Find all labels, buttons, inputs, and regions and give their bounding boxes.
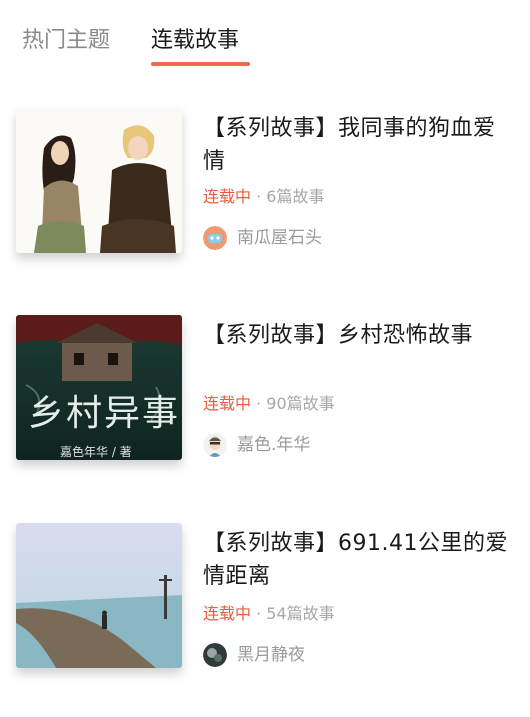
- story-cover-image[interactable]: 乡村异事 嘉色年华 / 著: [16, 315, 182, 460]
- serial-status: 连载中: [203, 187, 252, 206]
- story-item[interactable]: 【系列故事】我同事的狗血爱情 连载中 · 6篇故事 南瓜屋石头: [0, 108, 530, 268]
- active-tab-indicator: [151, 62, 250, 66]
- story-meta: 连载中 · 90篇故事: [203, 393, 335, 415]
- author-name: 嘉色.年华: [237, 435, 311, 455]
- story-item[interactable]: 乡村异事 嘉色年华 / 著 【系列故事】乡村恐怖故事 连载中 · 90篇故事 嘉…: [0, 315, 530, 475]
- cover-caption-text: 嘉色年华 / 著: [60, 445, 132, 459]
- author-name: 黑月静夜: [237, 645, 305, 665]
- serial-status: 连载中: [203, 394, 252, 413]
- photo-avatar-icon: [203, 643, 227, 667]
- story-cover-image[interactable]: [16, 108, 182, 253]
- tab-hot-topics[interactable]: 热门主题: [22, 26, 110, 56]
- story-cover-image[interactable]: [16, 523, 182, 668]
- story-title[interactable]: 【系列故事】我同事的狗血爱情: [203, 112, 513, 178]
- story-count: · 90篇故事: [256, 394, 335, 413]
- tab-serial-stories[interactable]: 连载故事: [151, 26, 239, 56]
- story-count: · 54篇故事: [256, 604, 335, 623]
- story-item[interactable]: 【系列故事】691.41公里的爱情距离 连载中 · 54篇故事 黑月静夜: [0, 523, 530, 683]
- story-title[interactable]: 【系列故事】乡村恐怖故事: [203, 319, 513, 352]
- story-title[interactable]: 【系列故事】691.41公里的爱情距离: [203, 527, 513, 593]
- story-meta: 连载中 · 54篇故事: [203, 603, 335, 625]
- cartoon-face-avatar-icon: [203, 433, 227, 457]
- serial-status: 连载中: [203, 604, 252, 623]
- story-count: · 6篇故事: [256, 187, 325, 206]
- tab-bar: 热门主题 连载故事: [0, 0, 530, 80]
- story-meta: 连载中 · 6篇故事: [203, 186, 324, 208]
- robot-avatar-icon: [203, 226, 227, 250]
- author-name: 南瓜屋石头: [237, 228, 322, 248]
- cover-title-text: 乡村异事: [28, 393, 180, 434]
